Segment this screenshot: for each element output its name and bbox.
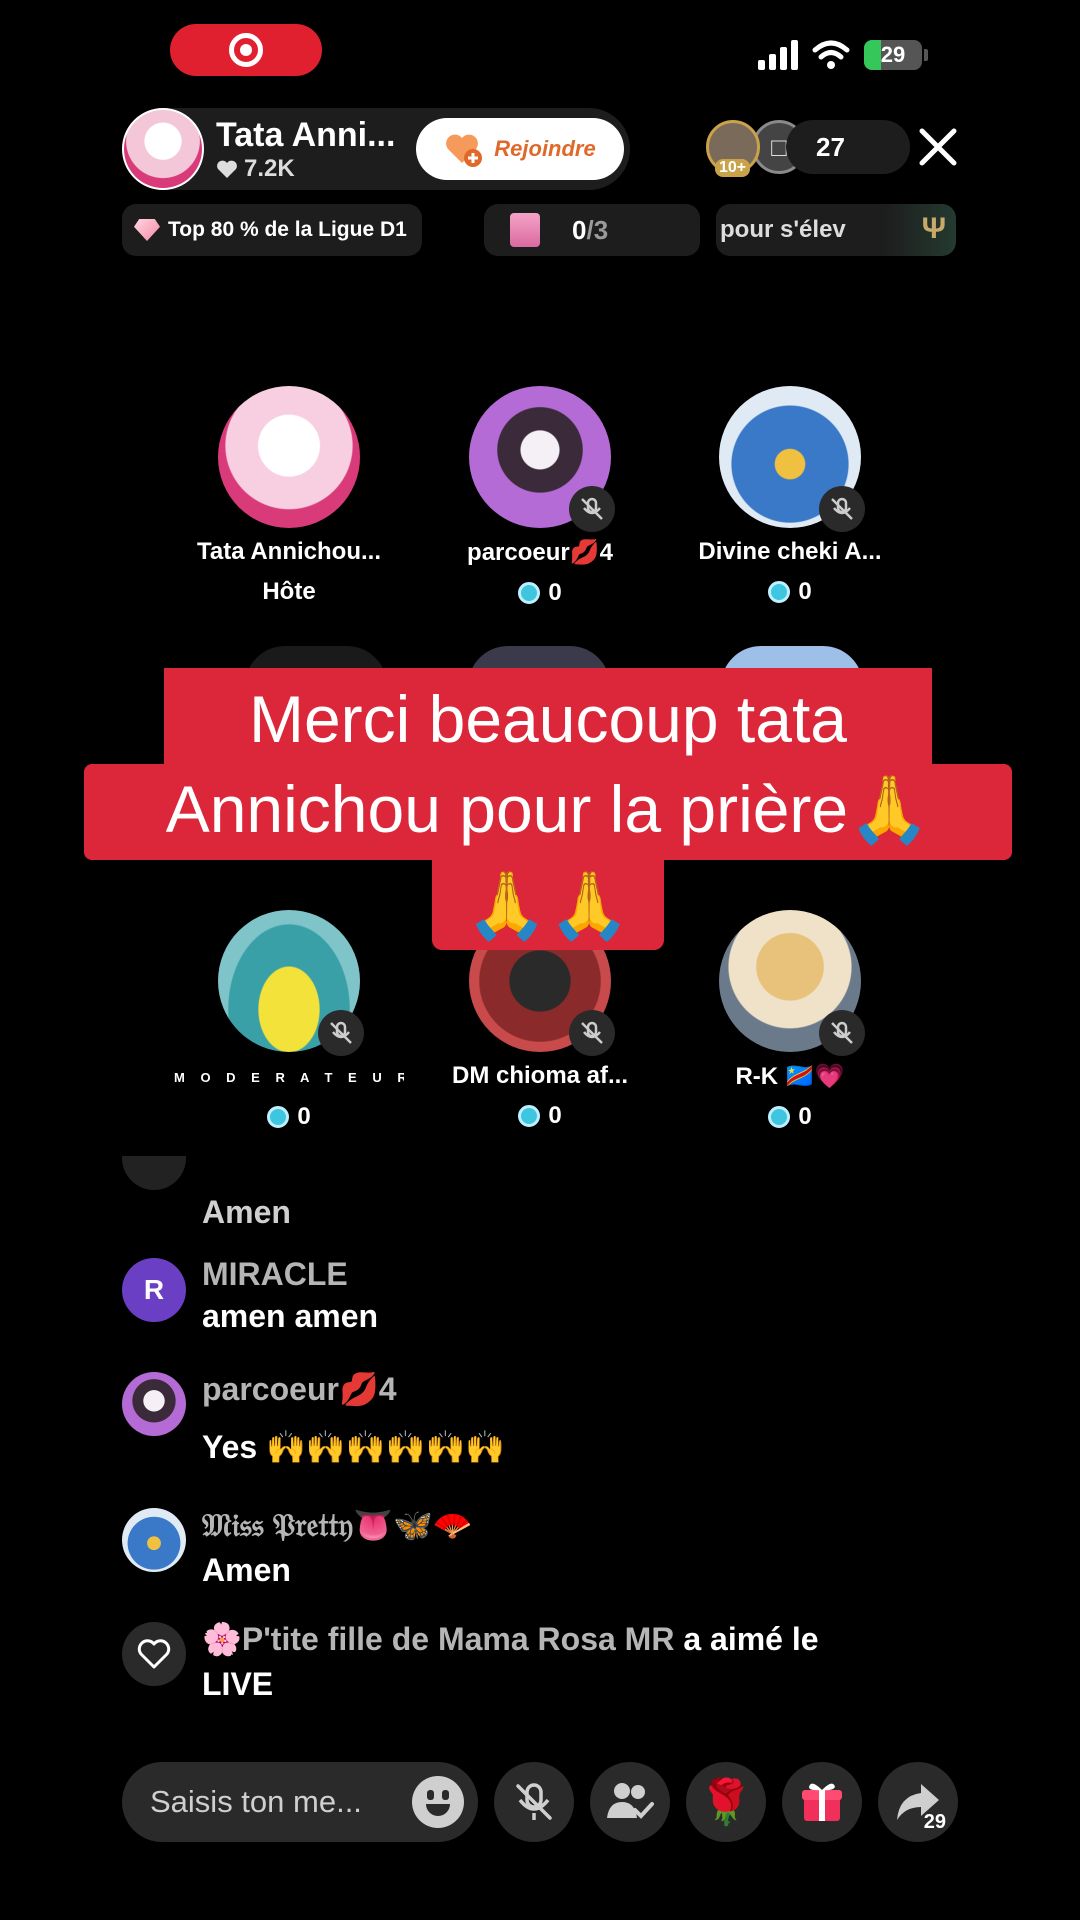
chat-username[interactable]: 🌸P'tite fille de Mama Rosa MR bbox=[202, 1621, 674, 1657]
mic-muted-icon bbox=[819, 486, 865, 532]
guest-slot[interactable]: R-K 🇨🇩💗 0 bbox=[675, 910, 905, 1131]
battery-level: 29 bbox=[880, 42, 906, 67]
mic-off-icon bbox=[516, 1783, 552, 1820]
guest-slot[interactable]: M O D E R A T E U R D... 0 bbox=[174, 910, 404, 1131]
gift-box-icon bbox=[510, 213, 540, 247]
close-button[interactable] bbox=[910, 122, 966, 178]
message-input[interactable]: Saisis ton me... bbox=[122, 1762, 478, 1842]
diamond-icon bbox=[134, 219, 160, 241]
promo-text: ger pour s'élev bbox=[716, 216, 846, 243]
viewers-group[interactable]: 10+ □ 27 bbox=[706, 120, 910, 177]
host-avatar[interactable] bbox=[122, 108, 204, 190]
chat-text: Yes 🙌🙌🙌🙌🙌🙌 bbox=[202, 1429, 506, 1465]
mic-muted-icon bbox=[569, 486, 615, 532]
viewer-count[interactable]: 27 bbox=[786, 120, 910, 174]
gift-icon bbox=[802, 1783, 842, 1821]
top-viewer-avatar[interactable]: 10+ bbox=[706, 120, 760, 177]
host-likes: 7.2K bbox=[216, 155, 406, 183]
message-placeholder: Saisis ton me... bbox=[150, 1784, 362, 1819]
mic-muted-icon bbox=[318, 1010, 364, 1056]
coin-icon bbox=[768, 1106, 791, 1128]
chat-username[interactable]: MIRACLE bbox=[202, 1256, 348, 1293]
caption-line-1: Merci beaucoup tata bbox=[164, 668, 932, 764]
guest-name: M O D E R A T E U R D... bbox=[174, 1070, 404, 1085]
guest-avatar[interactable] bbox=[218, 910, 364, 1056]
chat-like-line: 🌸P'tite fille de Mama Rosa MR a aimé le bbox=[202, 1620, 819, 1658]
chat-text: LIVE bbox=[202, 1666, 274, 1702]
viewer-badge: 10+ bbox=[715, 159, 751, 177]
chat-text: Amen bbox=[202, 1194, 291, 1230]
chat-username[interactable]: 𝔐𝔦𝔰𝔰 𝔓𝔯𝔢𝔱𝔱𝔶👅🦋🪭 bbox=[202, 1506, 473, 1545]
guest-name: R-K 🇨🇩💗 bbox=[735, 1063, 845, 1090]
chat-action: a aimé le bbox=[674, 1621, 819, 1657]
task-count: 0/3 bbox=[572, 214, 609, 245]
join-button[interactable]: Rejoindre bbox=[416, 118, 624, 180]
guest-slot[interactable]: parcoeur💋4 0 bbox=[425, 386, 655, 607]
antler-icon: Ψ bbox=[921, 212, 946, 245]
users-check-icon bbox=[607, 1783, 654, 1819]
league-label: Top 80 % de la Ligue D1 bbox=[168, 218, 407, 241]
status-bar: 29 bbox=[758, 40, 928, 70]
chat-username[interactable]: parcoeur💋4 bbox=[202, 1370, 397, 1408]
chat-avatar-partial[interactable] bbox=[122, 1156, 186, 1200]
guest-name: Divine cheki A... bbox=[698, 538, 882, 565]
coin-icon bbox=[768, 581, 791, 603]
close-icon bbox=[919, 128, 957, 166]
share-button[interactable]: 29 bbox=[878, 1762, 958, 1842]
heart-icon bbox=[217, 160, 237, 178]
guest-score: 0 bbox=[768, 1103, 812, 1131]
mic-muted-icon bbox=[569, 1010, 615, 1056]
guest-avatar[interactable] bbox=[719, 386, 865, 532]
mic-toggle-button[interactable] bbox=[494, 1762, 574, 1842]
coin-icon bbox=[518, 582, 541, 604]
emoji-icon[interactable] bbox=[412, 1776, 464, 1828]
guest-name: DM chioma af... bbox=[451, 1062, 629, 1089]
gift-button[interactable] bbox=[782, 1762, 862, 1842]
coin-icon bbox=[267, 1106, 290, 1128]
task-progress-pill[interactable]: 0/3 bbox=[484, 204, 700, 256]
league-rank-pill[interactable]: Top 80 % de la Ligue D1 bbox=[122, 204, 422, 256]
share-count: 29 bbox=[923, 1811, 946, 1833]
chat-text: Amen bbox=[202, 1552, 291, 1588]
heart-outline-icon bbox=[122, 1622, 186, 1686]
host-card[interactable]: Tata Anni... 7.2K Rejoindre bbox=[122, 108, 630, 190]
coin-icon bbox=[518, 1105, 541, 1127]
guest-score: 0 bbox=[518, 579, 562, 607]
host-likes-count: 7.2K bbox=[244, 154, 295, 182]
caption-line-3: 🙏🙏 bbox=[432, 860, 664, 950]
guest-slot[interactable]: Divine cheki A... 0 bbox=[675, 386, 905, 606]
chat-avatar[interactable] bbox=[122, 1372, 186, 1436]
guest-name: parcoeur💋4 bbox=[467, 539, 613, 566]
mic-muted-icon bbox=[819, 1010, 865, 1056]
guest-score: 0 bbox=[768, 578, 812, 606]
guest-score: 0 bbox=[267, 1103, 311, 1131]
chat-avatar[interactable] bbox=[122, 1508, 186, 1572]
guest-score: 0 bbox=[518, 1102, 562, 1130]
guest-slot-host[interactable]: Tata Annichou... Hôte bbox=[174, 386, 404, 606]
guests-button[interactable] bbox=[590, 1762, 670, 1842]
chat-text: amen amen bbox=[202, 1298, 379, 1334]
rose-gift-button[interactable]: 🌹 bbox=[686, 1762, 766, 1842]
host-name: Tata Anni... bbox=[216, 115, 396, 154]
chat-avatar[interactable]: R bbox=[122, 1258, 186, 1322]
record-icon bbox=[229, 33, 263, 67]
screen-recording-indicator[interactable] bbox=[170, 24, 322, 76]
guest-avatar[interactable] bbox=[218, 386, 360, 528]
guest-role: Hôte bbox=[262, 578, 316, 605]
battery-icon: 29 bbox=[864, 40, 922, 70]
promo-banner[interactable]: ger pour s'élev Ψ bbox=[716, 204, 956, 256]
wifi-icon bbox=[812, 40, 850, 69]
guest-avatar[interactable] bbox=[719, 910, 865, 1056]
join-label: Rejoindre bbox=[494, 136, 596, 161]
guest-name: Tata Annichou... bbox=[197, 538, 381, 565]
guest-avatar[interactable] bbox=[469, 386, 615, 532]
cellular-signal-icon bbox=[758, 40, 798, 70]
heart-plus-icon bbox=[446, 134, 483, 167]
rose-icon: 🌹 bbox=[698, 1778, 754, 1827]
caption-line-2: Annichou pour la prière🙏 bbox=[84, 764, 1012, 860]
